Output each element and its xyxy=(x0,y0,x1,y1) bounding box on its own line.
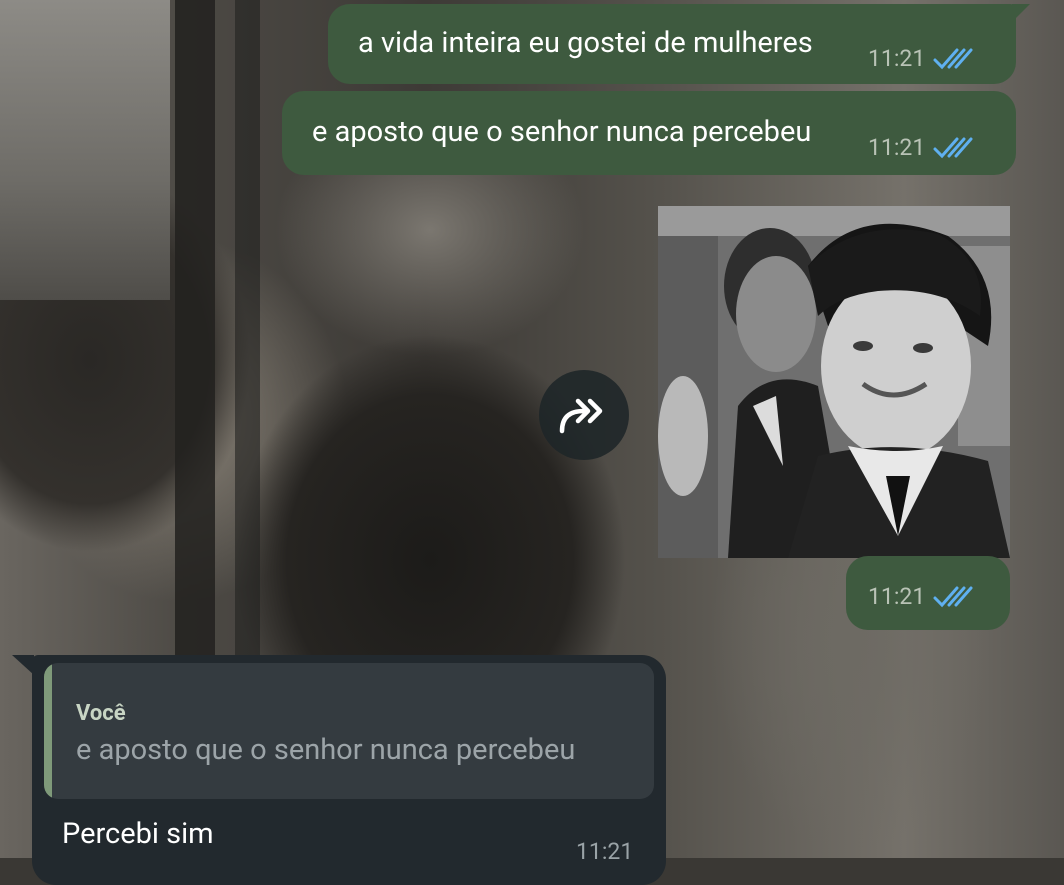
message-time: 11:21 xyxy=(868,583,926,610)
quote-author: Você xyxy=(76,701,126,726)
message-bubble-outgoing[interactable]: e aposto que o senhor nunca percebeu 11:… xyxy=(282,91,1016,175)
message-text: e aposto que o senhor nunca percebeu xyxy=(312,115,812,149)
photo-image xyxy=(658,206,1010,558)
message-text: Percebi sim xyxy=(62,817,214,851)
message-time: 11:21 xyxy=(576,838,634,865)
reply-quote[interactable]: Você e aposto que o senhor nunca percebe… xyxy=(44,663,654,799)
bubble-tail xyxy=(12,655,34,675)
double-check-icon xyxy=(933,137,973,159)
message-time: 11:21 xyxy=(868,134,926,161)
forward-button[interactable] xyxy=(539,370,629,460)
bubble-tail xyxy=(1012,4,1030,22)
wallpaper-window xyxy=(0,0,170,300)
forward-arrow-icon xyxy=(559,398,603,434)
message-bubble-incoming[interactable]: Você e aposto que o senhor nunca percebe… xyxy=(12,655,666,885)
message-meta: 11:21 xyxy=(868,580,977,614)
message-time: 11:21 xyxy=(868,45,926,72)
message-bubble-outgoing[interactable]: a vida inteira eu gostei de mulheres 11:… xyxy=(328,4,1030,84)
message-photo[interactable] xyxy=(658,206,1010,558)
message-text: a vida inteira eu gostei de mulheres xyxy=(358,26,813,60)
quote-bar xyxy=(44,663,52,799)
message-meta: 11:21 xyxy=(868,42,977,76)
message-time-pill: 11:21 xyxy=(846,556,1010,630)
double-check-icon xyxy=(933,586,973,608)
double-check-icon xyxy=(933,48,973,70)
message-meta: 11:21 xyxy=(868,131,977,165)
quote-text: e aposto que o senhor nunca percebeu xyxy=(76,733,576,767)
